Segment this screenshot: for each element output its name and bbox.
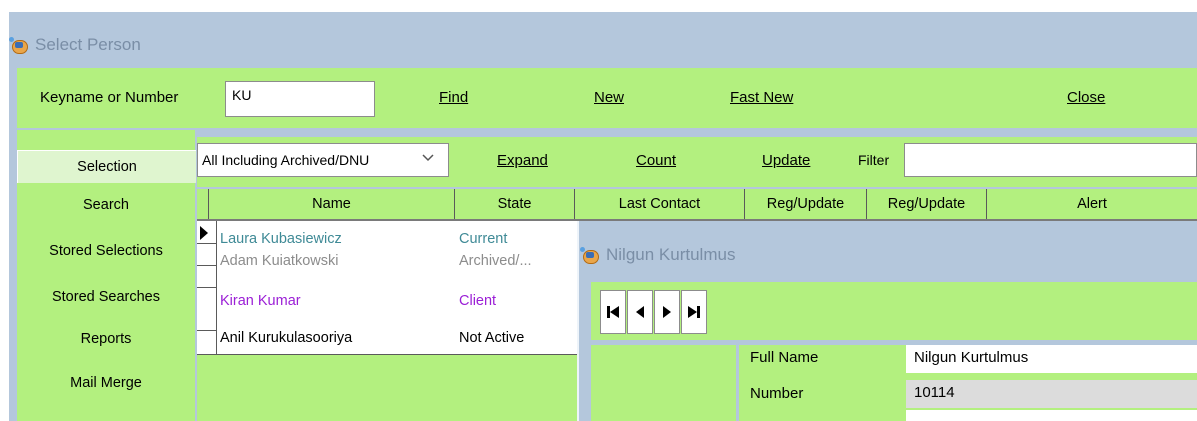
row-state: Archived/... [459,253,532,269]
row-header-corner [197,189,209,219]
table-row[interactable]: Kiran Kumar Client [220,293,577,315]
row-divider [197,287,217,288]
count-link[interactable]: Count [636,152,676,169]
table-row[interactable]: Anil Kurukulasooriya Not Active [220,330,577,352]
column-header-last-contact[interactable]: Last Contact [575,189,745,219]
table-row[interactable]: Laura Kubasiewicz Current [220,231,577,253]
selection-dropdown-value: All Including Archived/DNU [202,152,370,168]
first-icon[interactable] [600,290,626,334]
row-divider [197,243,217,244]
window-titlebar: Select Person [9,28,141,62]
expand-link[interactable]: Expand [497,152,548,169]
popup-titlebar: Nilgun Kurtulmus [580,238,735,272]
find-link[interactable]: Find [439,89,468,106]
new-link[interactable]: New [594,89,624,106]
nav-item-selection[interactable]: Selection [17,150,196,183]
row-divider [197,265,217,266]
next-icon[interactable] [654,290,680,334]
column-header-state[interactable]: State [455,189,575,219]
selection-dropdown[interactable]: All Including Archived/DNU [197,143,449,177]
app-icon [580,247,600,264]
nav-item-stored-searches[interactable]: Stored Searches [17,289,195,305]
row-state: Not Active [459,330,525,346]
nav-item-search[interactable]: Search [17,197,195,213]
column-header-name[interactable]: Name [209,189,455,219]
grid-empty-area [197,355,577,421]
full-name-label: Full Name [750,349,819,366]
popup-left-panel [591,345,736,421]
row-state: Client [459,293,497,309]
filter-label: Filter [858,152,890,168]
table-row[interactable]: Adam Kuiatkowski Archived/... [220,253,577,275]
number-field: 10114 [906,380,1197,408]
keyname-input[interactable]: KU [225,81,375,117]
row-name: Kiran Kumar [220,293,301,309]
popup-title: Nilgun Kurtulmus [606,245,736,264]
current-row-pointer-icon [199,226,209,243]
column-header-reg-update-2[interactable]: Reg/Update [867,189,987,219]
row-divider [197,330,217,331]
window-title: Select Person [35,35,141,54]
fast-new-link[interactable]: Fast New [730,89,793,106]
row-name: Laura Kubasiewicz [220,231,342,247]
row-name: Adam Kuiatkowski [220,253,339,269]
row-name: Anil Kurukulasooriya [220,330,353,346]
nav-item-mail-merge[interactable]: Mail Merge [17,375,195,391]
update-link[interactable]: Update [762,152,810,169]
filter-input[interactable] [904,143,1197,177]
previous-icon[interactable] [627,290,653,334]
next-field[interactable] [906,410,1197,421]
nav-item-stored-selections[interactable]: Stored Selections [17,243,195,259]
close-link[interactable]: Close [1067,89,1105,106]
chevron-down-icon[interactable] [421,150,441,170]
column-header-reg-update-1[interactable]: Reg/Update [745,189,867,219]
app-icon [9,37,29,54]
nav-item-reports[interactable]: Reports [17,331,195,347]
row-state: Current [459,231,508,247]
column-header-alert[interactable]: Alert [987,189,1197,219]
last-icon[interactable] [681,290,707,334]
number-label: Number [750,385,804,402]
full-name-field[interactable]: Nilgun Kurtulmus [906,345,1197,373]
keyname-label: Keyname or Number [40,89,179,106]
